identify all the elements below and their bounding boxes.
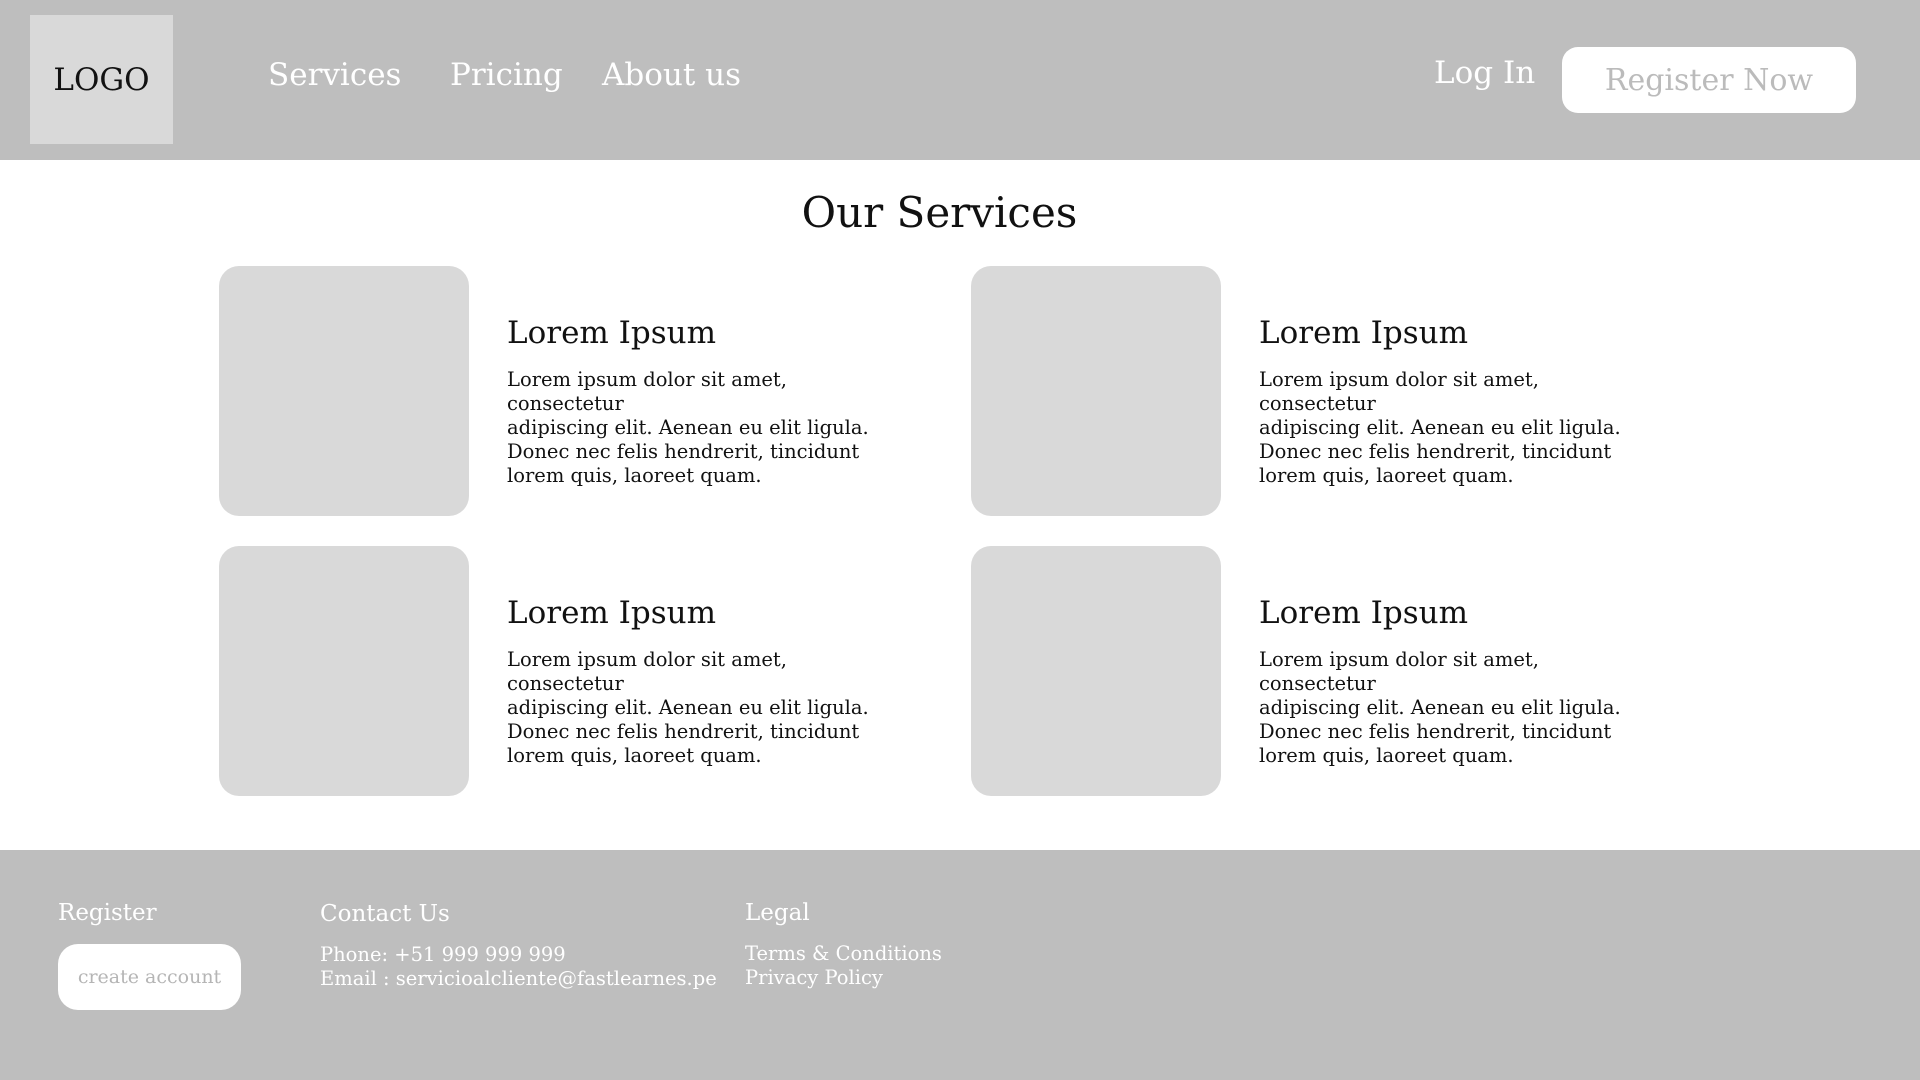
service-description-line: adipiscing elit. Aenean eu elit ligula.	[507, 416, 869, 439]
service-description-line: lorem quis, laoreet quam.	[507, 744, 762, 767]
service-description-line: Lorem ipsum dolor sit amet, consectetur	[1259, 648, 1539, 695]
service-image-placeholder	[971, 546, 1221, 796]
service-description-line: Lorem ipsum dolor sit amet, consectetur	[507, 648, 787, 695]
service-title: Lorem Ipsum	[1259, 595, 1469, 631]
create-account-button[interactable]: create account	[58, 944, 241, 1010]
nav-link-pricing[interactable]: Pricing	[450, 57, 563, 93]
service-description-line: lorem quis, laoreet quam.	[1259, 464, 1514, 487]
service-title: Lorem Ipsum	[507, 595, 717, 631]
service-description: Lorem ipsum dolor sit amet, consectetur …	[507, 648, 907, 768]
service-description: Lorem ipsum dolor sit amet, consectetur …	[507, 368, 907, 488]
service-description-line: Donec nec felis hendrerit, tincidunt	[507, 440, 860, 463]
service-description-line: Donec nec felis hendrerit, tincidunt	[1259, 440, 1612, 463]
footer-register-heading: Register	[58, 900, 157, 926]
footer-privacy-link[interactable]: Privacy Policy	[745, 966, 883, 990]
service-image-placeholder	[219, 266, 469, 516]
service-image-placeholder	[971, 266, 1221, 516]
footer-contact-heading: Contact Us	[320, 901, 450, 927]
service-description-line: adipiscing elit. Aenean eu elit ligula.	[1259, 696, 1621, 719]
service-description-line: Lorem ipsum dolor sit amet, consectetur	[507, 368, 787, 415]
section-title: Our Services	[801, 188, 1078, 237]
service-title: Lorem Ipsum	[507, 315, 717, 351]
nav-link-services[interactable]: Services	[268, 57, 401, 93]
site-footer: Register create account Contact Us Phone…	[0, 850, 1920, 1080]
service-description: Lorem ipsum dolor sit amet, consectetur …	[1259, 648, 1659, 768]
service-description: Lorem ipsum dolor sit amet, consectetur …	[1259, 368, 1659, 488]
footer-terms-link[interactable]: Terms & Conditions	[745, 942, 942, 966]
service-description-line: Lorem ipsum dolor sit amet, consectetur	[1259, 368, 1539, 415]
logo[interactable]: LOGO	[30, 15, 173, 144]
site-header: LOGO Services Pricing About us Log In Re…	[0, 0, 1920, 160]
footer-phone: Phone: +51 999 999 999	[320, 943, 566, 966]
service-description-line: Donec nec felis hendrerit, tincidunt	[1259, 720, 1612, 743]
login-link[interactable]: Log In	[1434, 55, 1535, 91]
service-description-line: adipiscing elit. Aenean eu elit ligula.	[1259, 416, 1621, 439]
service-title: Lorem Ipsum	[1259, 315, 1469, 351]
footer-legal-heading: Legal	[745, 900, 810, 926]
service-description-line: lorem quis, laoreet quam.	[1259, 744, 1514, 767]
service-image-placeholder	[219, 546, 469, 796]
service-description-line: Donec nec felis hendrerit, tincidunt	[507, 720, 860, 743]
service-description-line: lorem quis, laoreet quam.	[507, 464, 762, 487]
footer-email-link[interactable]: Email : servicioalcliente@fastlearnes.pe	[320, 967, 717, 991]
register-now-button[interactable]: Register Now	[1562, 47, 1856, 113]
nav-link-about-us[interactable]: About us	[602, 57, 741, 93]
service-description-line: adipiscing elit. Aenean eu elit ligula.	[507, 696, 869, 719]
